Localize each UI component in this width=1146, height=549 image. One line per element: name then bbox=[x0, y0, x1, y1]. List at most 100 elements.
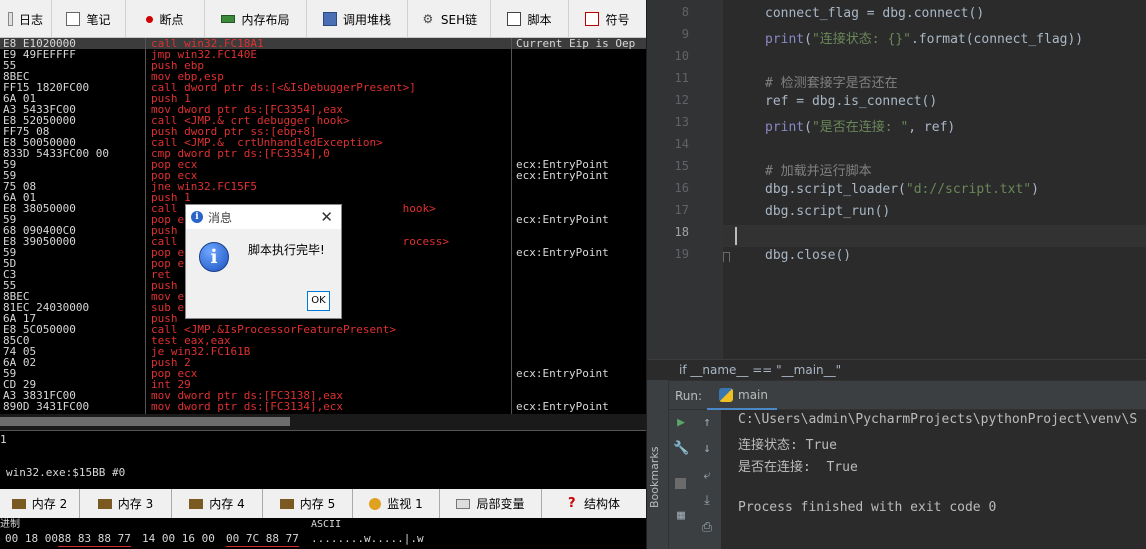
instruction-text: call dword ptr ds:[<&IsDebuggerPresent>] bbox=[151, 82, 416, 93]
ok-button[interactable]: OK bbox=[307, 291, 330, 311]
tab-locals[interactable]: 局部变量 bbox=[440, 489, 542, 518]
line-number: 11 bbox=[674, 71, 689, 85]
memory-icon bbox=[97, 498, 112, 509]
tab-breakpoints[interactable]: 断点 bbox=[126, 0, 205, 38]
instruction-bytes: 8BEC bbox=[3, 71, 30, 82]
code-token: ) bbox=[1031, 182, 1039, 197]
line-number: 9 bbox=[681, 27, 689, 41]
instruction-text: jmp win32.FC140E bbox=[151, 49, 257, 60]
fold-marker-icon[interactable] bbox=[723, 252, 730, 262]
builtin-function: print bbox=[765, 120, 805, 135]
wrench-icon[interactable]: 🔧 bbox=[673, 441, 689, 457]
instruction-text: push dword ptr ss:[ebp+8] bbox=[151, 126, 317, 137]
log-icon bbox=[7, 12, 13, 26]
tab-notes[interactable]: 笔记 bbox=[52, 0, 126, 38]
instruction-comment bbox=[512, 192, 646, 203]
instruction-text: push 1 bbox=[151, 93, 191, 104]
tab-memory-2[interactable]: 内存 2 bbox=[0, 489, 80, 518]
text-caret bbox=[735, 227, 737, 245]
tab-symbols[interactable]: 符号 bbox=[569, 0, 646, 38]
instruction-comment bbox=[512, 313, 646, 324]
code-editor[interactable]: connect_flag = dbg.connect() print("连接状态:… bbox=[723, 0, 1146, 359]
code-string: "d://script.txt" bbox=[905, 182, 1032, 197]
instruction-bytes: E8 38050000 bbox=[3, 203, 76, 214]
instruction-comment: ecx:EntryPoint bbox=[516, 159, 609, 170]
instruction-text: mov dword ptr ds:[FC3134],ecx bbox=[151, 401, 344, 412]
struct-icon: ? bbox=[567, 495, 576, 511]
code-line: print("连接状态: {}".format(connect_flag)) bbox=[765, 28, 1083, 47]
tab-memory-map[interactable]: 内存布局 bbox=[205, 0, 307, 38]
watch-icon bbox=[369, 497, 382, 510]
console-line: Process finished with exit code 0 bbox=[738, 500, 997, 515]
dump-tab-bar: 内存 2 内存 3 内存 4 内存 5 监视 1 局部变量 ? 结构体 bbox=[0, 489, 646, 518]
instruction-comment bbox=[512, 104, 646, 115]
tab-seh-chain[interactable]: ⚙ SEH链 bbox=[408, 0, 491, 38]
layout-icon[interactable]: ▦ bbox=[673, 508, 689, 524]
line-number: 14 bbox=[674, 137, 689, 151]
code-line: dbg.close() bbox=[765, 248, 851, 263]
console-line: 连接状态: True bbox=[738, 438, 837, 453]
code-line: dbg.script_run() bbox=[765, 204, 890, 219]
scrollbar-thumb[interactable] bbox=[0, 417, 290, 426]
code-line: ref = dbg.is_connect() bbox=[765, 94, 937, 109]
instruction-comment bbox=[512, 346, 646, 357]
tab-log[interactable]: 日志 bbox=[0, 0, 52, 38]
instruction-text: push 2 bbox=[151, 357, 191, 368]
instruction-comment bbox=[512, 148, 646, 159]
dump-row[interactable]: 00 18 00 88 83 88 77 14 00 16 00 00 7C 8… bbox=[0, 532, 646, 549]
instruction-comment bbox=[512, 302, 646, 313]
code-comment: # 加载并运行脚本 bbox=[765, 164, 872, 179]
left-tool-strip: Bookmarks bbox=[647, 380, 669, 549]
tab-script[interactable]: 脚本 bbox=[491, 0, 569, 38]
stop-icon[interactable] bbox=[675, 478, 686, 489]
instruction-comment: ecx:EntryPoint bbox=[516, 170, 609, 181]
tab-watch-1[interactable]: 监视 1 bbox=[353, 489, 440, 518]
line-number: 13 bbox=[674, 115, 689, 129]
instruction-bytes: 74 05 bbox=[3, 346, 37, 357]
instruction-bytes: 8BEC bbox=[3, 291, 30, 302]
call-stack-icon bbox=[322, 12, 337, 26]
bookmarks-tab[interactable]: Bookmarks bbox=[648, 442, 668, 512]
line-number: 15 bbox=[674, 159, 689, 173]
instruction-bytes: 75 08 bbox=[3, 181, 37, 192]
disassembly-scrollbar[interactable] bbox=[0, 414, 646, 430]
instruction-comment: ecx:EntryPoint bbox=[516, 247, 609, 258]
close-icon[interactable]: ✕ bbox=[320, 208, 333, 226]
instruction-text: int 29 bbox=[151, 379, 191, 390]
tab-memory-3[interactable]: 内存 3 bbox=[80, 489, 172, 518]
instruction-text: mov dword ptr ds:[FC3354],eax bbox=[151, 104, 344, 115]
instruction-bytes: 85C0 bbox=[3, 335, 30, 346]
instruction-bytes: E8 5C050000 bbox=[3, 324, 76, 335]
down-arrow-icon[interactable]: ↓ bbox=[699, 441, 715, 457]
soft-wrap-icon[interactable]: ⤶ bbox=[699, 468, 715, 484]
dump-hex-group: 00 18 00 bbox=[5, 532, 58, 545]
print-icon[interactable]: ⎙ bbox=[699, 520, 715, 536]
code-token: print( bbox=[765, 32, 812, 47]
tab-call-stack[interactable]: 调用堆栈 bbox=[307, 0, 408, 38]
line-number: 10 bbox=[674, 49, 689, 63]
rerun-icon[interactable]: ▶ bbox=[673, 415, 689, 431]
code-string: "是否在连接: " bbox=[811, 120, 909, 135]
code-string: "连接状态: {}" bbox=[811, 32, 911, 47]
breadcrumb[interactable]: if __name__ == "__main__" bbox=[647, 359, 1146, 380]
tab-memory-4[interactable]: 内存 4 bbox=[172, 489, 263, 518]
up-arrow-icon[interactable]: ↑ bbox=[699, 415, 715, 431]
dialog-titlebar[interactable]: i 消息 ✕ bbox=[186, 205, 341, 229]
console-line: 是否在连接: True bbox=[738, 460, 858, 475]
run-tab-main[interactable]: main bbox=[707, 381, 777, 411]
python-icon bbox=[719, 387, 733, 402]
code-token: .format(connect_flag)) bbox=[910, 32, 1084, 47]
builtin-function: print bbox=[765, 32, 805, 47]
tab-struct[interactable]: ? 结构体 bbox=[542, 489, 646, 518]
scroll-to-end-icon[interactable]: ⤓ bbox=[699, 493, 715, 509]
instruction-bytes: 59 bbox=[3, 159, 17, 170]
code-token: dbg.script_loader( bbox=[765, 182, 906, 197]
run-console-output[interactable]: C:\Users\admin\PycharmProjects\pythonPro… bbox=[721, 410, 1146, 549]
code-token: dbg.close( bbox=[765, 248, 844, 263]
notes-icon bbox=[66, 12, 81, 26]
instruction-comment bbox=[512, 324, 646, 335]
instruction-text: mov dword ptr ds:[FC3138],eax bbox=[151, 390, 344, 401]
line-number: 8 bbox=[681, 5, 689, 19]
instruction-comment bbox=[512, 357, 646, 368]
tab-memory-5[interactable]: 内存 5 bbox=[263, 489, 353, 518]
